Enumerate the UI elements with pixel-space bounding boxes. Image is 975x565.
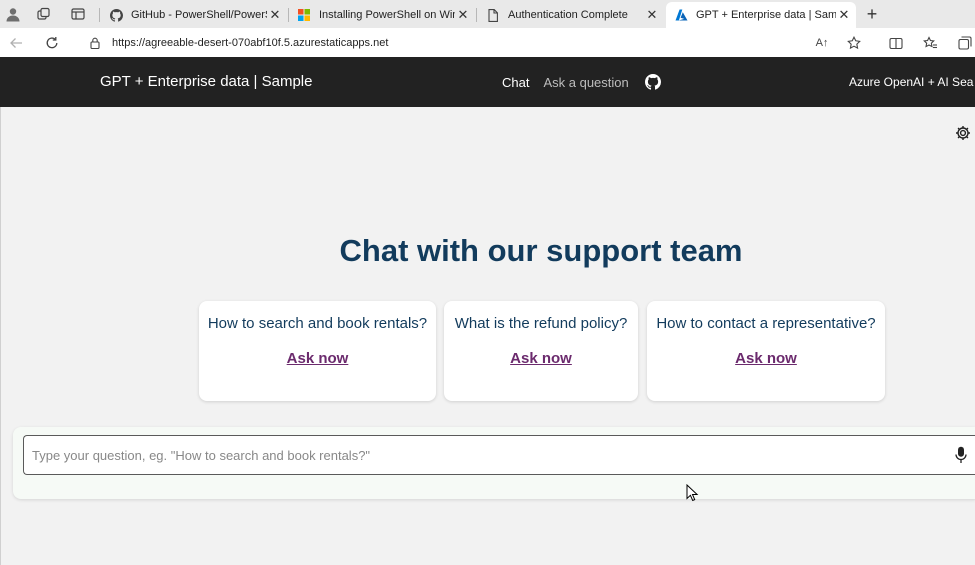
mouse-cursor-icon bbox=[686, 484, 699, 502]
tab-title: Authentication Complete bbox=[508, 9, 628, 21]
refresh-icon[interactable] bbox=[42, 33, 62, 53]
close-icon[interactable]: ✕ bbox=[455, 7, 471, 23]
example-card[interactable]: How to contact a representative? Ask now bbox=[647, 301, 885, 401]
example-question: How to contact a representative? bbox=[656, 315, 876, 332]
browser-tab-strip: GitHub - PowerShell/PowerShell ✕ Install… bbox=[0, 0, 975, 28]
app-header: GPT + Enterprise data | Sample Chat Ask … bbox=[0, 57, 975, 107]
tab-title: Installing PowerShell on Windows bbox=[319, 9, 455, 21]
github-icon[interactable] bbox=[644, 74, 661, 90]
example-card[interactable]: How to search and book rentals? Ask now bbox=[199, 301, 436, 401]
url-text: https://agreeable-desert-070abf10f.5.azu… bbox=[112, 36, 389, 49]
example-question: How to search and book rentals? bbox=[207, 315, 428, 332]
tab-authentication-complete[interactable]: Authentication Complete ✕ bbox=[478, 2, 664, 28]
lock-icon[interactable] bbox=[88, 36, 102, 50]
back-icon[interactable] bbox=[6, 33, 26, 53]
tab-github[interactable]: GitHub - PowerShell/PowerShell ✕ bbox=[101, 2, 287, 28]
ask-now-link[interactable]: Ask now bbox=[647, 350, 885, 367]
tab-title: GitHub - PowerShell/PowerShell bbox=[131, 9, 267, 21]
microsoft-logo-icon bbox=[297, 8, 311, 22]
header-nav: Chat Ask a question bbox=[502, 74, 661, 90]
app-title[interactable]: GPT + Enterprise data | Sample bbox=[100, 73, 312, 90]
page-icon bbox=[486, 8, 500, 22]
address-bar: https://agreeable-desert-070abf10f.5.azu… bbox=[0, 28, 975, 57]
ask-now-link[interactable]: Ask now bbox=[444, 350, 638, 367]
read-aloud-label: A↑ bbox=[815, 37, 829, 49]
url-field[interactable]: https://agreeable-desert-070abf10f.5.azu… bbox=[78, 31, 878, 54]
gear-icon[interactable] bbox=[954, 124, 972, 142]
question-input[interactable] bbox=[23, 435, 975, 475]
collections-icon[interactable] bbox=[955, 33, 975, 53]
ask-now-link[interactable]: Ask now bbox=[199, 350, 436, 367]
close-icon[interactable]: ✕ bbox=[644, 7, 660, 23]
profile-icon[interactable] bbox=[2, 4, 24, 24]
favorite-star-icon[interactable] bbox=[844, 33, 864, 53]
close-icon[interactable]: ✕ bbox=[836, 7, 852, 23]
nav-chat-link[interactable]: Chat bbox=[502, 75, 529, 90]
workspaces-icon[interactable] bbox=[33, 4, 55, 24]
tab-title: GPT + Enterprise data | Sample bbox=[696, 9, 836, 21]
github-icon bbox=[109, 8, 123, 22]
tab-installing-powershell[interactable]: Installing PowerShell on Windows ✕ bbox=[289, 2, 475, 28]
split-screen-icon[interactable] bbox=[886, 33, 906, 53]
read-aloud-icon[interactable]: A↑ bbox=[812, 33, 832, 53]
chat-main: Chat with our support team How to search… bbox=[0, 107, 975, 565]
question-input-panel bbox=[13, 427, 975, 499]
header-right-text: Azure OpenAI + AI Sea bbox=[849, 75, 974, 89]
azure-icon bbox=[674, 8, 688, 22]
close-icon[interactable]: ✕ bbox=[267, 7, 283, 23]
favorites-icon[interactable] bbox=[920, 33, 940, 53]
example-card[interactable]: What is the refund policy? Ask now bbox=[444, 301, 638, 401]
page-title: Chat with our support team bbox=[339, 233, 743, 268]
new-tab-button[interactable]: + bbox=[862, 4, 882, 24]
example-question: What is the refund policy? bbox=[454, 315, 628, 332]
vertical-tabs-icon[interactable] bbox=[67, 4, 89, 24]
tab-gpt-enterprise-data[interactable]: GPT + Enterprise data | Sample ✕ bbox=[666, 2, 856, 28]
microphone-icon[interactable] bbox=[953, 445, 969, 465]
nav-ask-question-link[interactable]: Ask a question bbox=[543, 75, 628, 90]
